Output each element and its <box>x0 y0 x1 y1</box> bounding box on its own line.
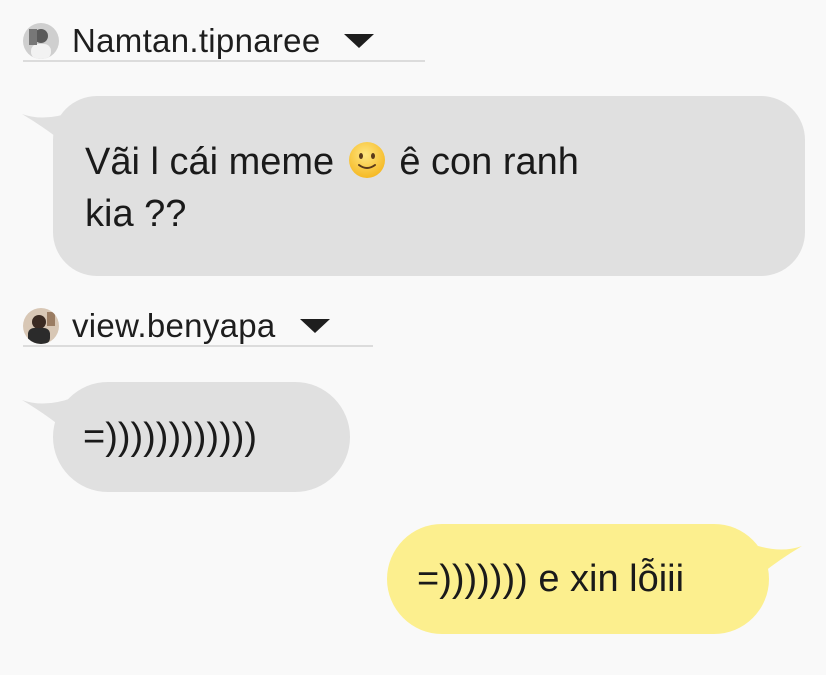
slightly-smiling-face-icon <box>347 140 387 180</box>
message-line: Vãi l cái meme ê con ranh <box>85 136 775 188</box>
caret-down-icon[interactable] <box>299 319 330 333</box>
message-line: kia ?? <box>85 193 187 235</box>
message-text: =)))))))))))) <box>83 416 258 458</box>
message-bubble[interactable]: =)))))))))))) <box>53 382 350 492</box>
sender-header[interactable]: Namtan.tipnaree <box>23 22 425 62</box>
sender-name[interactable]: Namtan.tipnaree <box>72 22 320 60</box>
message-text: =))))))) e xin lỗiii <box>417 558 685 600</box>
message-bubble[interactable]: =))))))) e xin lỗiii <box>387 524 769 634</box>
message-bubble[interactable]: Vãi l cái meme ê con ranh kia ?? <box>53 96 805 276</box>
avatar[interactable] <box>23 23 59 59</box>
sender-name[interactable]: view.benyapa <box>72 307 276 345</box>
message-text: Vãi l cái meme <box>85 141 335 183</box>
avatar[interactable] <box>23 308 59 344</box>
caret-down-icon[interactable] <box>344 34 375 48</box>
message-text: ê con ranh <box>399 141 579 183</box>
sender-header[interactable]: view.benyapa <box>23 307 373 347</box>
